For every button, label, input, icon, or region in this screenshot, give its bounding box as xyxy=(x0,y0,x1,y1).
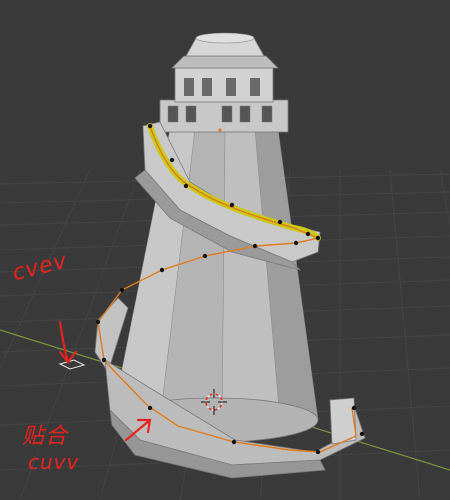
annotation-arrow-top xyxy=(58,320,78,364)
annotation-label-bottom-1: 贴合 xyxy=(22,424,69,449)
empty-object-icon[interactable] xyxy=(58,359,86,370)
3d-viewport[interactable]: cvev 贴合 cuvv xyxy=(0,0,450,500)
annotation-label-bottom-2: cuvv xyxy=(28,450,80,474)
